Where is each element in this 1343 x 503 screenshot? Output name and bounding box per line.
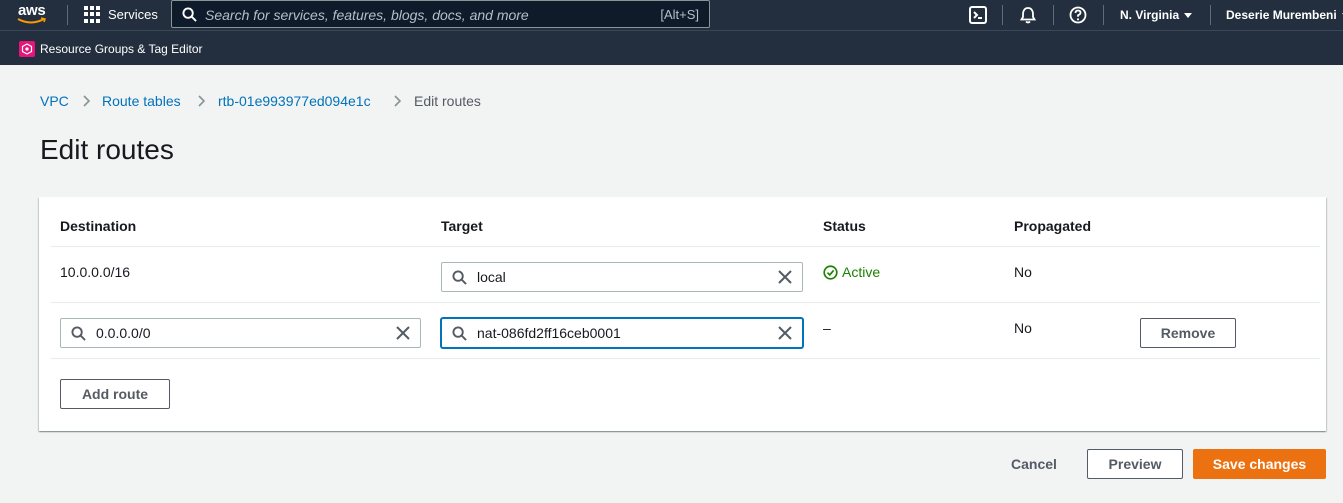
target-field[interactable] [441,262,803,292]
status-text: Active [842,264,881,280]
help-icon[interactable] [1068,5,1088,25]
status-text: – [823,320,831,336]
caret-down-icon [1184,13,1193,19]
cancel-button[interactable]: Cancel [1003,449,1065,479]
nav-divider [1002,5,1003,25]
chevron-right-icon [83,95,91,107]
favorites-bar: Resource Groups & Tag Editor [0,30,1343,65]
propagated-value: No [1014,264,1032,280]
breadcrumb-current: Edit routes [414,93,481,109]
destination-input[interactable] [96,324,376,342]
search-shortcut-hint: [Alt+S] [660,7,699,22]
search-icon [452,326,467,341]
services-menu-button[interactable]: Services [108,7,158,22]
clear-icon[interactable] [778,270,792,284]
row-divider [50,246,1320,247]
success-check-icon [823,265,838,280]
target-input[interactable] [477,268,757,286]
chevron-right-icon [394,95,402,107]
target-input[interactable] [477,324,757,342]
routes-container: Destination Target Status Propagated 10.… [39,197,1326,431]
target-field[interactable] [441,318,803,348]
preview-button[interactable]: Preview [1087,449,1183,479]
top-navigation: aws Services [Alt+S] [0,0,1343,30]
search-icon [182,7,197,22]
destination-value: 10.0.0.0/16 [60,264,131,280]
destination-field[interactable] [60,318,421,348]
account-menu[interactable]: Deserie Murembeni [1226,8,1343,22]
global-search[interactable]: [Alt+S] [171,0,710,28]
cloudshell-icon[interactable] [968,5,988,25]
services-grid-icon[interactable] [84,6,101,23]
remove-route-button[interactable]: Remove [1140,318,1236,348]
region-selector[interactable]: N. Virginia [1120,8,1193,22]
search-icon [71,326,86,341]
notifications-bell-icon[interactable] [1018,5,1038,25]
propagated-value: No [1014,320,1032,336]
region-label: N. Virginia [1120,8,1180,22]
nav-divider [1053,5,1054,25]
nav-divider [1210,5,1211,25]
column-header-propagated: Propagated [1014,218,1092,234]
breadcrumb-route-tables[interactable]: Route tables [102,93,181,109]
aws-smile-icon [17,17,46,24]
page-title: Edit routes [40,134,174,165]
column-header-status: Status [823,218,866,234]
clear-icon[interactable] [778,326,792,340]
row-divider [50,358,1320,359]
favorite-resource-groups[interactable]: Resource Groups & Tag Editor [40,42,203,56]
save-changes-button[interactable]: Save changes [1193,449,1326,479]
column-header-target: Target [441,218,483,234]
nav-divider [1103,5,1104,25]
nav-divider [67,5,68,25]
search-icon [452,270,467,285]
breadcrumb-vpc[interactable]: VPC [40,93,69,109]
chevron-right-icon [198,95,206,107]
add-route-button[interactable]: Add route [60,379,170,409]
aws-logo[interactable]: aws [17,2,53,26]
resource-groups-icon [19,41,35,57]
row-divider [50,302,1320,303]
global-search-input[interactable] [205,6,625,24]
clear-icon[interactable] [396,326,410,340]
breadcrumb-route-table-id[interactable]: rtb-01e993977ed094e1c [218,93,371,109]
column-header-destination: Destination [60,218,137,234]
account-name: Deserie Murembeni [1226,8,1337,22]
